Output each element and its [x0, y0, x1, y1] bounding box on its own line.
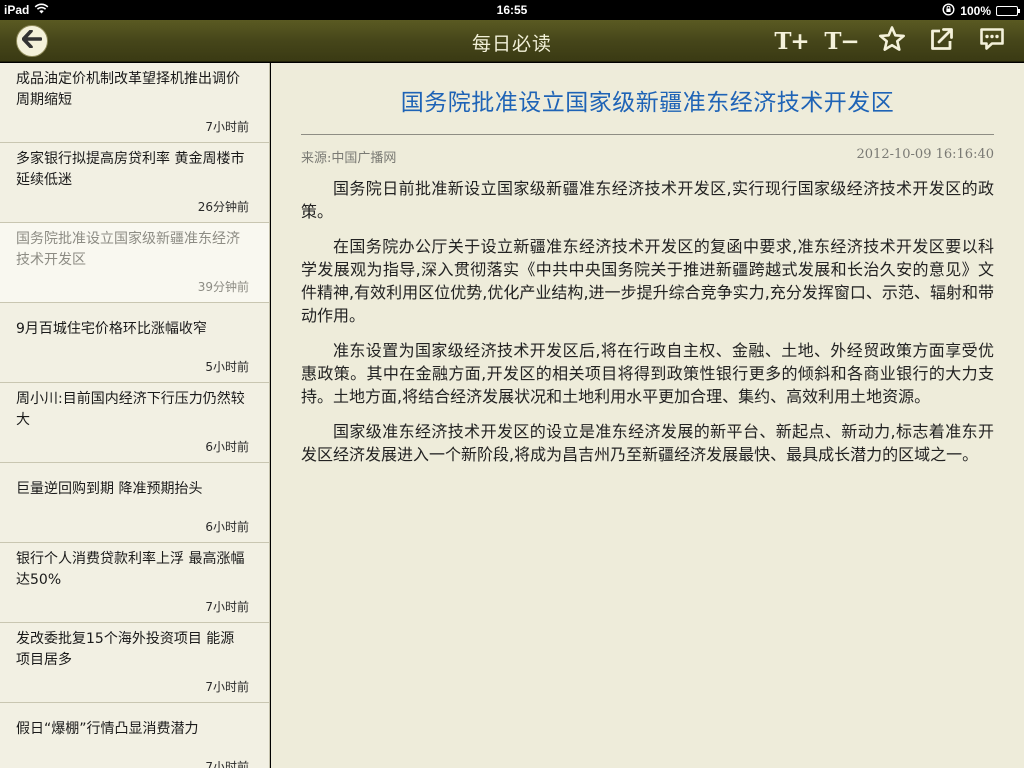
list-item-time: 7小时前	[205, 760, 249, 768]
list-item-headline: 9月百城住宅价格环比涨幅收窄	[16, 321, 207, 337]
battery-icon	[996, 6, 1020, 16]
list-item-headline: 假日“爆棚”行情凸显消费潜力	[16, 721, 199, 737]
article-date: 2012-10-09 16:16:40	[856, 147, 994, 162]
list-item-headline: 国务院批准设立国家级新疆准东经济技术开发区	[16, 231, 240, 268]
news-list: 成品油定价机制改革望择机推出调价周期缩短 7小时前 多家银行拟提高房贷利率 黄金…	[0, 63, 270, 768]
list-item[interactable]: 多家银行拟提高房贷利率 黄金周楼市延续低迷 26分钟前	[0, 143, 269, 223]
list-item-headline: 周小川:目前国内经济下行压力仍然较大	[16, 391, 245, 428]
list-item[interactable]: 发改委批复15个海外投资项目 能源项目居多 7小时前	[0, 623, 269, 703]
list-item-time: 39分钟前	[197, 280, 249, 294]
nav-bar: 每日必读 T+ T−	[0, 20, 1024, 62]
article-body: 国务院日前批准新设立国家级新疆准东经济技术开发区,实行现行国家级经济技术开发区的…	[301, 177, 994, 478]
orientation-lock-icon	[942, 3, 955, 19]
list-item-headline: 发改委批复15个海外投资项目 能源项目居多	[16, 631, 235, 668]
clock: 16:55	[496, 3, 528, 17]
article-paragraph: 国务院日前批准新设立国家级新疆准东经济技术开发区,实行现行国家级经济技术开发区的…	[301, 179, 994, 221]
font-decrease-button[interactable]: T−	[824, 25, 859, 57]
share-button[interactable]	[925, 25, 958, 57]
share-icon	[928, 25, 956, 57]
status-bar: iPad 16:55 100%	[0, 0, 1024, 20]
list-item-time: 6小时前	[205, 440, 249, 454]
article-paragraph: 准东设置为国家级经济技术开发区后,将在行政自主权、金融、土地、外经贸政策方面享受…	[301, 341, 994, 406]
battery-percent: 100%	[960, 4, 991, 18]
comment-button[interactable]	[975, 25, 1008, 57]
list-item-time: 5小时前	[205, 360, 249, 374]
font-increase-label: T+	[774, 27, 809, 55]
list-item-selected[interactable]: 国务院批准设立国家级新疆准东经济技术开发区 39分钟前	[0, 223, 269, 303]
favorite-button[interactable]	[875, 25, 908, 57]
list-item-time: 26分钟前	[197, 200, 249, 214]
article-source: 来源:中国广播网	[301, 151, 397, 166]
list-item-time: 6小时前	[205, 520, 249, 534]
star-icon	[878, 25, 906, 57]
article-title: 国务院批准设立国家级新疆准东经济技术开发区	[400, 90, 895, 116]
list-item[interactable]: 周小川:目前国内经济下行压力仍然较大 6小时前	[0, 383, 269, 463]
comment-icon	[978, 25, 1006, 57]
font-decrease-label: T−	[824, 27, 859, 55]
font-increase-button[interactable]: T+	[774, 25, 809, 57]
list-item[interactable]: 成品油定价机制改革望择机推出调价周期缩短 7小时前	[0, 63, 269, 143]
list-item-time: 7小时前	[205, 600, 249, 614]
list-item-headline: 多家银行拟提高房贷利率 黄金周楼市延续低迷	[16, 151, 245, 188]
list-item-headline: 银行个人消费贷款利率上浮 最高涨幅达50%	[16, 551, 245, 588]
title-divider	[301, 134, 994, 135]
list-item[interactable]: 假日“爆棚”行情凸显消费潜力 7小时前	[0, 703, 269, 768]
list-item-headline: 成品油定价机制改革望择机推出调价周期缩短	[16, 71, 240, 108]
list-item[interactable]: 9月百城住宅价格环比涨幅收窄 5小时前	[0, 303, 269, 383]
list-item-headline: 巨量逆回购到期 降准预期抬头	[16, 481, 203, 497]
list-item[interactable]: 银行个人消费贷款利率上浮 最高涨幅达50% 7小时前	[0, 543, 269, 623]
list-item[interactable]: 巨量逆回购到期 降准预期抬头 6小时前	[0, 463, 269, 543]
article-paragraph: 在国务院办公厅关于设立新疆准东经济技术开发区的复函中要求,准东经济技术开发区要以…	[301, 237, 994, 325]
article-paragraph: 国家级准东经济技术开发区的设立是准东经济发展的新平台、新起点、新动力,标志着准东…	[301, 422, 994, 464]
list-item-time: 7小时前	[205, 680, 249, 694]
article-pane[interactable]: 国务院批准设立国家级新疆准东经济技术开发区 来源:中国广播网 2012-10-0…	[271, 63, 1024, 768]
list-item-time: 7小时前	[205, 120, 249, 134]
